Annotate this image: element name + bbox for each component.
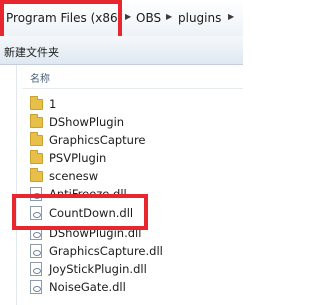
- item-label: scenesw: [49, 169, 99, 183]
- toolbar: 新建文件夹: [0, 36, 243, 65]
- item-label: GraphicsCapture.dll: [49, 244, 163, 258]
- dll-file-icon: [30, 206, 42, 220]
- dll-file-icon: [30, 244, 42, 258]
- item-label: GraphicsCapture: [49, 133, 146, 147]
- breadcrumb-arrow-icon[interactable]: ▶: [228, 12, 234, 21]
- folder-icon: [30, 96, 43, 110]
- folder-icon: [30, 168, 43, 182]
- new-folder-button[interactable]: 新建文件夹: [4, 44, 59, 60]
- column-header-name[interactable]: 名称: [30, 70, 50, 85]
- item-label: AntiFreeze.dll: [49, 187, 127, 201]
- dll-file-icon: [30, 187, 42, 201]
- breadcrumb-plugins[interactable]: plugins: [178, 11, 221, 25]
- item-label: DShowPlugin.dll: [49, 226, 142, 240]
- folder-icon: [30, 114, 43, 128]
- folder-icon: [30, 132, 43, 146]
- column-divider: [22, 88, 243, 89]
- breadcrumb-arrow-icon[interactable]: ▶: [166, 12, 172, 21]
- item-label: 1: [49, 97, 57, 111]
- item-label: NoiseGate.dll: [49, 280, 126, 294]
- dll-file-icon: [30, 226, 42, 240]
- dll-file-icon: [30, 280, 42, 294]
- breadcrumb-obs[interactable]: OBS: [136, 11, 161, 25]
- breadcrumb-program-files[interactable]: Program Files (x86): [6, 11, 122, 25]
- item-label: PSVPlugin: [49, 151, 107, 165]
- item-label: JoyStickPlugin.dll: [49, 262, 147, 276]
- item-label: DShowPlugin: [49, 115, 125, 129]
- folder-icon: [30, 150, 43, 164]
- item-label: CountDown.dll: [49, 206, 134, 220]
- dll-file-icon: [30, 262, 42, 276]
- address-bar[interactable]: Program Files (x86) ▶ OBS ▶ plugins ▶: [0, 0, 243, 37]
- breadcrumb-arrow-icon[interactable]: ▶: [125, 12, 131, 21]
- navigation-pane[interactable]: [0, 65, 17, 305]
